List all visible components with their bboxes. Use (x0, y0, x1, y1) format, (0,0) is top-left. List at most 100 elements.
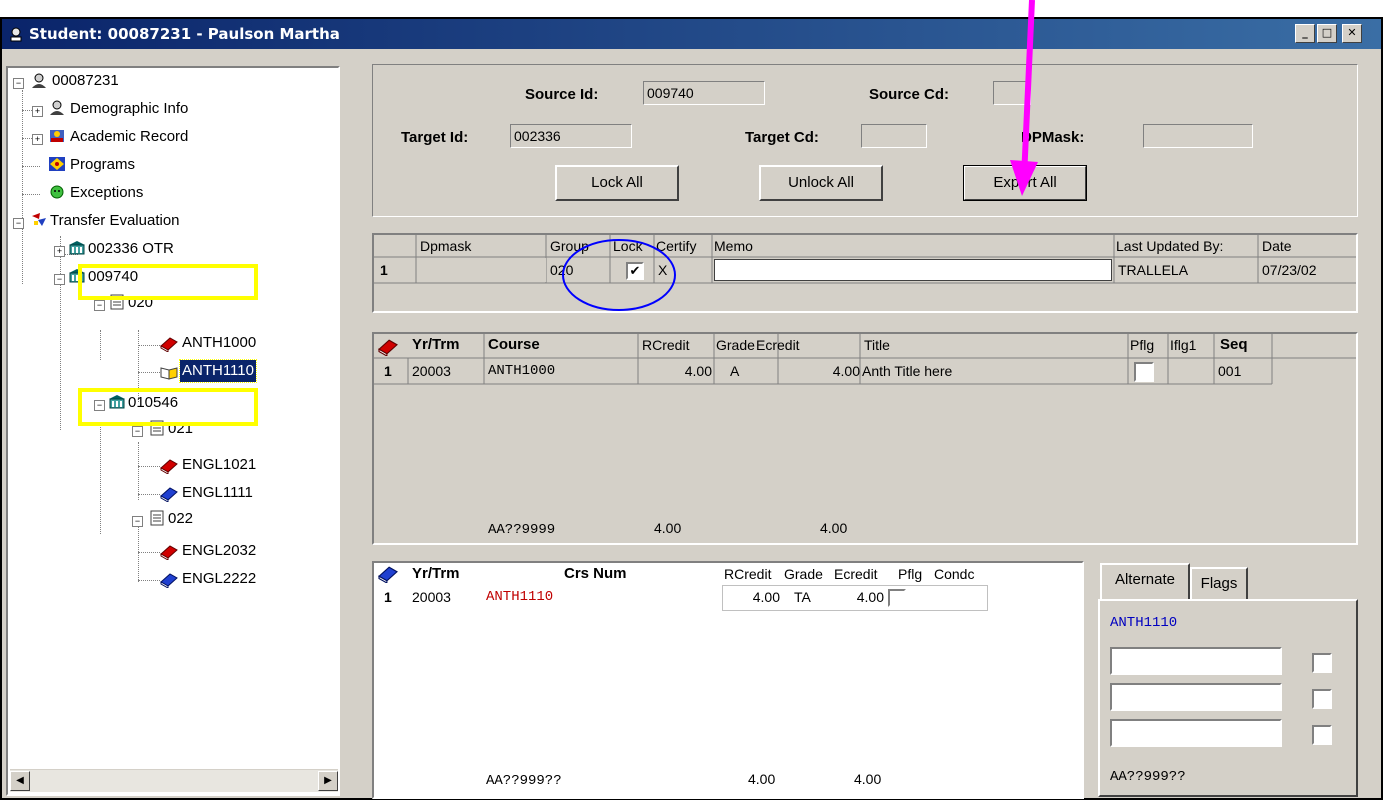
tree-item-course-engl1021[interactable]: ENGL1021 (182, 454, 256, 476)
cell-date[interactable]: 07/23/02 (1262, 258, 1317, 282)
tab-flags[interactable]: Flags (1190, 567, 1248, 599)
tree-item-course-engl2032[interactable]: ENGL2032 (182, 540, 256, 562)
red-book-icon (160, 459, 178, 474)
target-course-grid: Yr/Trm Crs Num RCredit Grade Ecredit Pfl… (372, 561, 1084, 799)
row-number: 1 (384, 363, 392, 379)
open-book-icon (160, 367, 178, 380)
cell-last-updated-by[interactable]: TRALLELA (1118, 258, 1188, 282)
cell-grade[interactable]: A (730, 359, 739, 383)
alternate-checkbox-1[interactable] (1312, 653, 1332, 673)
alternate-checkbox-3[interactable] (1312, 725, 1332, 745)
annotation-arrow (1010, 0, 1038, 196)
cell-ecredit[interactable]: 4.00 (778, 359, 860, 383)
scroll-right-button[interactable]: ▶ (318, 771, 338, 791)
collapse-toggle[interactable]: − (132, 516, 143, 527)
window-title: Student: 00087231 - Paulson Martha (29, 25, 340, 43)
cell-crs-num[interactable]: ANTH1110 (486, 585, 553, 609)
expand-toggle[interactable]: + (32, 134, 43, 145)
cell-grade[interactable]: TA (794, 585, 811, 609)
minimize-icon: _ (1302, 26, 1308, 39)
tree-line (22, 166, 40, 167)
tree-item-demographic[interactable]: Demographic Info (70, 98, 188, 120)
col-header-pflg[interactable]: Pflg (898, 563, 922, 585)
cell-pflg-checkbox[interactable] (1134, 362, 1154, 382)
tree-line (138, 526, 139, 582)
footer-rcredit-total: 4.00 (654, 520, 682, 536)
cell-yrtrm[interactable]: 20003 (412, 359, 451, 383)
expand-toggle[interactable]: + (32, 106, 43, 117)
col-header-pflg[interactable]: Pflg (1130, 334, 1154, 356)
col-header-grade[interactable]: Grade (784, 563, 823, 585)
lock-all-button[interactable]: Lock All (555, 165, 679, 201)
col-header-ecredit[interactable]: Ecredit (834, 563, 878, 585)
annotation-circle (562, 239, 676, 311)
collapse-toggle[interactable]: − (13, 218, 24, 229)
col-header-iflg1[interactable]: Iflg1 (1170, 334, 1196, 356)
cell-ecredit[interactable]: 4.00 (832, 585, 884, 609)
alternate-input-1[interactable] (1110, 647, 1282, 675)
cell-yrtrm[interactable]: 20003 (412, 585, 451, 609)
tab-alternate[interactable]: Alternate (1100, 563, 1190, 599)
cell-rcredit[interactable]: 4.00 (638, 359, 712, 383)
target-id-label: Target Id: (401, 129, 469, 146)
tree-root[interactable]: 00087231 (52, 70, 119, 92)
highlight-box-010546 (78, 388, 258, 426)
scroll-left-button[interactable]: ◀ (10, 771, 30, 791)
col-header-title[interactable]: Title (864, 334, 890, 356)
col-header-rcredit[interactable]: RCredit (724, 563, 771, 585)
source-id-field[interactable]: 009740 (643, 81, 765, 105)
col-header-yrtrm[interactable]: Yr/Trm (412, 334, 460, 356)
blue-book-icon (160, 487, 178, 502)
student-icon (32, 73, 46, 88)
tree-item-academic[interactable]: Academic Record (70, 126, 188, 148)
dpmask-field[interactable] (1143, 124, 1253, 148)
tree-item-exceptions[interactable]: Exceptions (70, 182, 143, 204)
target-cd-field[interactable] (861, 124, 927, 148)
col-header-grade[interactable]: Grade (716, 334, 755, 356)
col-header-crs-num[interactable]: Crs Num (564, 563, 627, 585)
maximize-button[interactable]: □ (1317, 24, 1337, 43)
cell-title[interactable]: Anth Title here (862, 359, 952, 383)
cell-pflg-checkbox[interactable] (888, 589, 906, 607)
col-header-seq[interactable]: Seq (1220, 334, 1248, 356)
cell-dpmask[interactable] (417, 258, 546, 282)
close-button[interactable]: ✕ (1342, 24, 1362, 43)
col-header-course[interactable]: Course (488, 334, 540, 356)
collapse-toggle[interactable]: − (13, 78, 24, 89)
tree-item-institution-002336[interactable]: 002336 OTR (88, 238, 174, 260)
programs-icon (49, 157, 65, 171)
col-header-ecredit[interactable]: Ecredit (756, 334, 800, 356)
target-id-field[interactable]: 002336 (510, 124, 632, 148)
tree-item-transfer[interactable]: Transfer Evaluation (50, 210, 180, 232)
cell-rcredit[interactable]: 4.00 (724, 585, 780, 609)
collapse-toggle[interactable]: − (132, 426, 143, 437)
expand-toggle[interactable]: + (54, 246, 65, 257)
cell-course[interactable]: ANTH1000 (488, 359, 555, 383)
col-header-yrtrm[interactable]: Yr/Trm (412, 563, 460, 585)
close-icon: ✕ (1347, 26, 1357, 39)
cell-memo-input[interactable] (714, 259, 1112, 281)
tree-item-course-engl2222[interactable]: ENGL2222 (182, 568, 256, 590)
collapse-toggle[interactable]: − (94, 300, 105, 311)
alternate-input-3[interactable] (1110, 719, 1282, 747)
horizontal-scrollbar[interactable]: ◀ ▶ (10, 769, 338, 792)
tree-item-group-022[interactable]: 022 (168, 508, 193, 530)
collapse-toggle[interactable]: − (54, 274, 65, 285)
tree-item-course-engl1111[interactable]: ENGL1111 (182, 482, 253, 504)
alternate-input-2[interactable] (1110, 683, 1282, 711)
navigation-tree[interactable]: − 00087231 + Demographic Info + Academic… (6, 66, 340, 796)
cell-seq[interactable]: 001 (1218, 359, 1241, 383)
tree-item-course-anth1000[interactable]: ANTH1000 (182, 332, 256, 354)
red-book-icon (160, 545, 178, 560)
col-header-condc[interactable]: Condc (934, 563, 974, 585)
blue-book-icon (378, 566, 398, 583)
footer-ecredit-total: 4.00 (854, 771, 882, 787)
unlock-all-button[interactable]: Unlock All (759, 165, 883, 201)
col-header-rcredit[interactable]: RCredit (642, 334, 689, 356)
tree-item-course-anth1110-selected[interactable]: ANTH1110 (179, 359, 257, 383)
alternate-checkbox-2[interactable] (1312, 689, 1332, 709)
minimize-button[interactable]: _ (1295, 24, 1315, 43)
student-app-icon (10, 27, 22, 42)
footer-mask: AA??9999 (488, 522, 556, 538)
tree-item-programs[interactable]: Programs (70, 154, 135, 176)
